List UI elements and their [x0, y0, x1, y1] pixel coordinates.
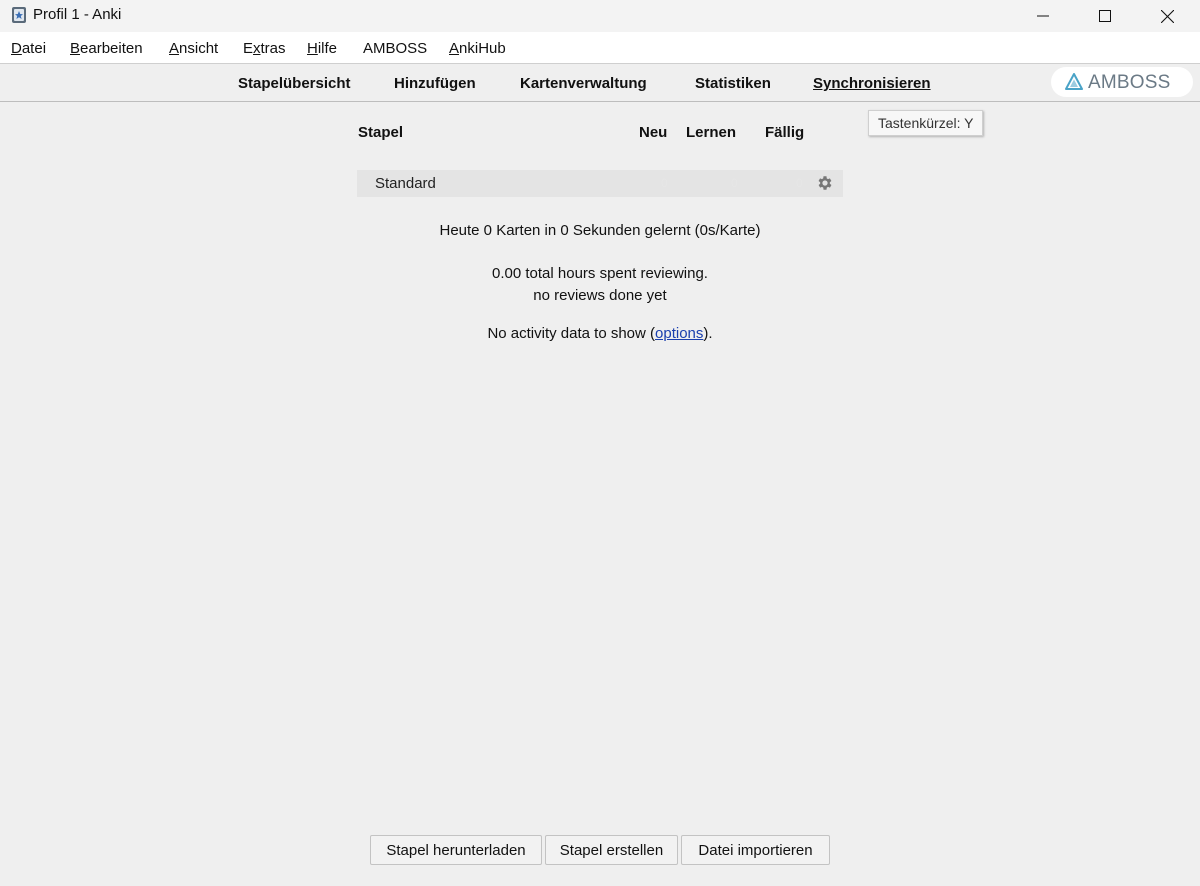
minimize-icon: [1037, 15, 1049, 17]
close-icon: [1160, 9, 1174, 23]
amboss-logo-icon: [1065, 73, 1083, 90]
deck-name[interactable]: Standard: [375, 175, 436, 192]
toolbar-stats-link[interactable]: Statistiken: [695, 75, 771, 92]
toolbar-sync-link[interactable]: Synchronisieren: [813, 75, 931, 92]
menu-ansicht[interactable]: Ansicht: [169, 40, 218, 57]
window-title: Profil 1 - Anki: [33, 6, 122, 23]
amboss-button[interactable]: AMBOSS: [1051, 67, 1193, 97]
deck-row[interactable]: Standard 0 0 0: [357, 170, 843, 197]
close-button[interactable]: [1136, 0, 1198, 32]
maximize-button[interactable]: [1074, 0, 1136, 32]
menu-ankihub[interactable]: AnkiHub: [449, 40, 506, 57]
deck-new-count: 0: [661, 176, 668, 190]
menu-datei[interactable]: Datei: [11, 40, 46, 57]
create-deck-button[interactable]: Stapel erstellen: [545, 835, 678, 865]
anki-app-icon: [12, 7, 26, 23]
title-bar: Profil 1 - Anki: [0, 0, 1200, 32]
menu-bearbeiten[interactable]: Bearbeiten: [70, 40, 143, 57]
deck-column-header: Stapel: [358, 124, 404, 141]
anki-main-window: Profil 1 - Anki Datei Bearbeiten Ansicht…: [0, 0, 1200, 886]
due-column-header: Fällig: [765, 124, 805, 141]
menu-bar: Datei Bearbeiten Ansicht Extras Hilfe AM…: [0, 32, 1200, 64]
sync-shortcut-tooltip: Tastenkürzel: Y: [868, 110, 984, 136]
new-column-header: Neu: [639, 124, 668, 141]
amboss-brand-text: AMBOSS: [1088, 72, 1171, 93]
deck-options-gear-icon[interactable]: [816, 174, 834, 192]
deck-due-count: 0: [796, 176, 803, 190]
toolbar-add-link[interactable]: Hinzufügen: [394, 75, 476, 92]
toolbar-decks-link[interactable]: Stapelübersicht: [238, 75, 351, 92]
activity-message: No activity data to show (options).: [487, 325, 713, 342]
total-hours-text: 0.00 total hours spent reviewing.: [492, 265, 708, 282]
activity-options-link[interactable]: options: [655, 325, 703, 342]
main-toolbar: Stapelübersicht Hinzufügen Kartenverwalt…: [0, 64, 1200, 102]
learn-column-header: Lernen: [686, 124, 737, 141]
minimize-button[interactable]: [1012, 0, 1074, 32]
toolbar-browse-link[interactable]: Kartenverwaltung: [520, 75, 647, 92]
menu-hilfe[interactable]: Hilfe: [307, 40, 337, 57]
download-deck-button[interactable]: Stapel herunterladen: [370, 835, 542, 865]
import-file-button[interactable]: Datei importieren: [681, 835, 830, 865]
maximize-icon: [1099, 10, 1111, 22]
today-study-summary: Heute 0 Karten in 0 Sekunden gelernt (0s…: [439, 222, 761, 239]
menu-amboss[interactable]: AMBOSS: [363, 40, 427, 57]
deck-learn-count: 0: [731, 176, 738, 190]
menu-extras[interactable]: Extras: [243, 40, 286, 57]
reviews-status-text: no reviews done yet: [533, 287, 667, 304]
